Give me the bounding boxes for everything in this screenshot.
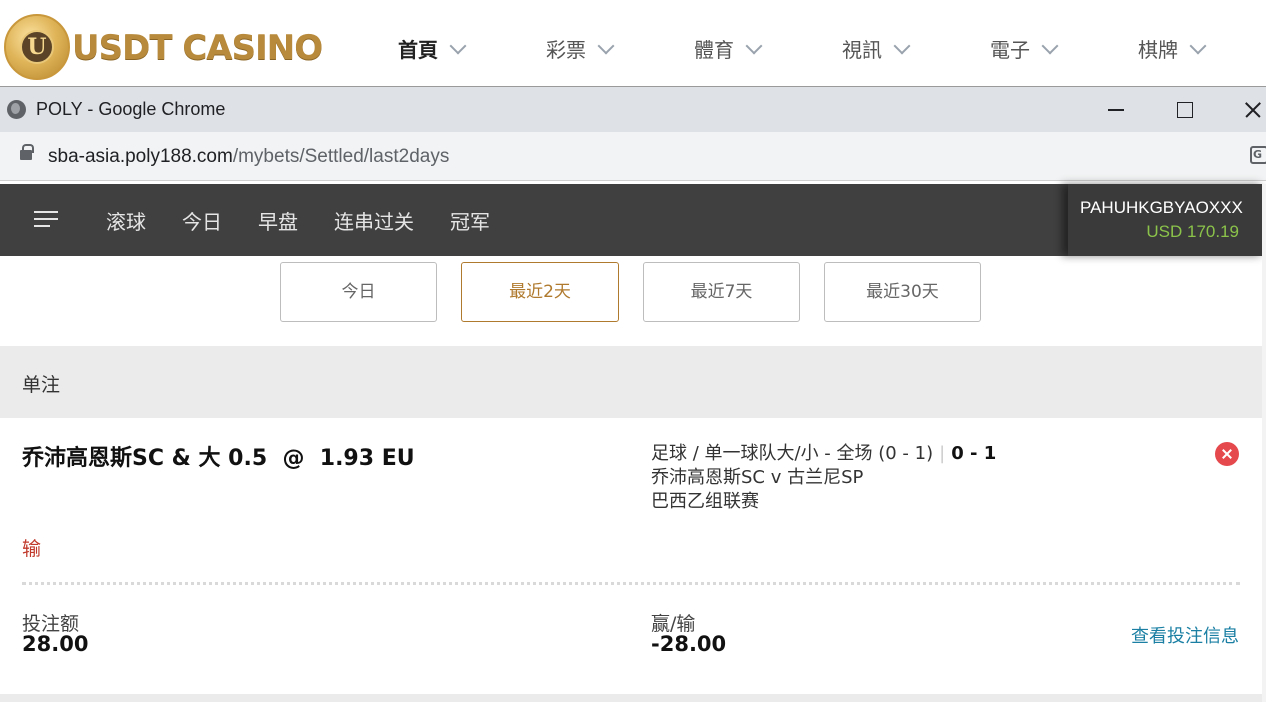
site-nav-item-live[interactable]: 視訊 xyxy=(842,34,911,63)
site-nav-label: 彩票 xyxy=(546,38,586,62)
tab-today[interactable]: 今日 xyxy=(182,206,222,235)
filter-last2days-button[interactable]: 最近2天 xyxy=(461,262,619,322)
chevron-down-icon xyxy=(745,37,763,54)
logo-letter: U xyxy=(20,30,54,64)
bet-league: 巴西乙组联赛 xyxy=(651,491,759,512)
bet-status: 输 xyxy=(22,538,42,560)
maximize-button[interactable] xyxy=(1167,95,1201,125)
dotted-divider xyxy=(22,582,1240,585)
chevron-down-icon xyxy=(449,37,467,54)
url-text[interactable]: sba-asia.poly188.com/mybets/Settled/last… xyxy=(48,146,449,168)
close-window-button[interactable] xyxy=(1235,95,1266,125)
bet-match: 乔沛高恩斯SC v 古兰尼SP xyxy=(651,467,864,488)
section-title: 单注 xyxy=(22,374,61,396)
site-nav-label: 體育 xyxy=(694,38,734,62)
url-host: sba-asia.poly188.com xyxy=(48,146,233,167)
site-nav: 首頁 彩票 體育 視訊 電子 棋牌 xyxy=(398,34,1207,63)
stake-value: 28.00 xyxy=(22,632,89,656)
account-panel[interactable]: PAHUHKGBYAOXXX USD 170.19 xyxy=(1068,184,1266,256)
minimize-button[interactable] xyxy=(1099,95,1133,125)
chevron-down-icon xyxy=(1041,37,1059,54)
translate-icon[interactable]: G xyxy=(1250,146,1266,164)
tab-parlay[interactable]: 连串过关 xyxy=(334,206,414,235)
section-header: 单注 xyxy=(0,346,1266,418)
close-icon[interactable] xyxy=(1215,442,1239,466)
bet-market: 足球 / 单一球队大/小 - 全场 (0 - 1) xyxy=(651,443,934,464)
app-nav: 滚球 今日 早盘 连串过关 冠军 PAHUHKGBYAOXXX USD 170.… xyxy=(0,184,1266,256)
account-balance: USD 170.19 xyxy=(1146,222,1239,241)
bet-card: 乔沛高恩斯SC & 大 0.5 @ 1.93 EU 足球 / 单一球队大/小 -… xyxy=(0,418,1266,694)
bet-selection: 乔沛高恩斯SC & 大 0.5 @ 1.93 EU xyxy=(22,446,415,471)
bet-info: 足球 / 单一球队大/小 - 全场 (0 - 1) | 0 - 1 乔沛高恩斯SC … xyxy=(651,442,996,514)
url-path: /mybets/Settled/last2days xyxy=(232,146,450,167)
logo-icon[interactable]: U xyxy=(4,14,70,80)
tab-live[interactable]: 滚球 xyxy=(106,206,146,235)
separator: | xyxy=(939,443,946,464)
browser-title: POLY - Google Chrome xyxy=(36,99,226,119)
site-nav-label: 電子 xyxy=(990,38,1030,62)
filter-last7days-button[interactable]: 最近7天 xyxy=(643,262,800,322)
filter-today-button[interactable]: 今日 xyxy=(280,262,437,322)
tab-outright[interactable]: 冠军 xyxy=(450,206,490,235)
filter-last30days-button[interactable]: 最近30天 xyxy=(824,262,981,322)
site-nav-item-sports[interactable]: 體育 xyxy=(694,34,763,63)
site-nav-label: 首頁 xyxy=(398,38,438,62)
scrollbar-track[interactable] xyxy=(1262,184,1266,702)
bet-score: 0 - 1 xyxy=(951,443,997,464)
address-bar[interactable]: sba-asia.poly188.com/mybets/Settled/last… xyxy=(0,132,1266,181)
site-nav-item-lottery[interactable]: 彩票 xyxy=(546,34,615,63)
lock-icon[interactable] xyxy=(20,144,34,160)
logo-text[interactable]: USDT CASINO xyxy=(72,28,323,68)
site-nav-label: 棋牌 xyxy=(1138,38,1178,62)
app-tabs: 滚球 今日 早盘 连串过关 冠军 xyxy=(106,206,526,235)
bet-market-line: 足球 / 单一球队大/小 - 全场 (0 - 1) | 0 - 1 xyxy=(651,442,996,466)
winloss-value: -28.00 xyxy=(651,632,727,656)
account-name: PAHUHKGBYAOXXX xyxy=(1080,198,1243,217)
globe-icon xyxy=(7,100,26,119)
menu-icon[interactable] xyxy=(34,211,58,229)
site-nav-item-cards[interactable]: 棋牌 xyxy=(1138,34,1207,63)
chevron-down-icon xyxy=(1189,37,1207,54)
site-header: U USDT CASINO 首頁 彩票 體育 視訊 電子 棋牌 xyxy=(0,0,1266,86)
view-bet-details-link[interactable]: 查看投注信息 xyxy=(1131,622,1239,648)
bottom-bar xyxy=(0,694,1266,702)
date-filters: 今日 最近2天 最近7天 最近30天 xyxy=(280,262,1005,322)
tab-early[interactable]: 早盘 xyxy=(258,206,298,235)
chevron-down-icon xyxy=(597,37,615,54)
chevron-down-icon xyxy=(893,37,911,54)
browser-title-bar[interactable]: POLY - Google Chrome xyxy=(0,86,1266,132)
site-nav-label: 視訊 xyxy=(842,38,882,62)
site-nav-item-home[interactable]: 首頁 xyxy=(398,34,467,63)
site-nav-item-slots[interactable]: 電子 xyxy=(990,34,1059,63)
